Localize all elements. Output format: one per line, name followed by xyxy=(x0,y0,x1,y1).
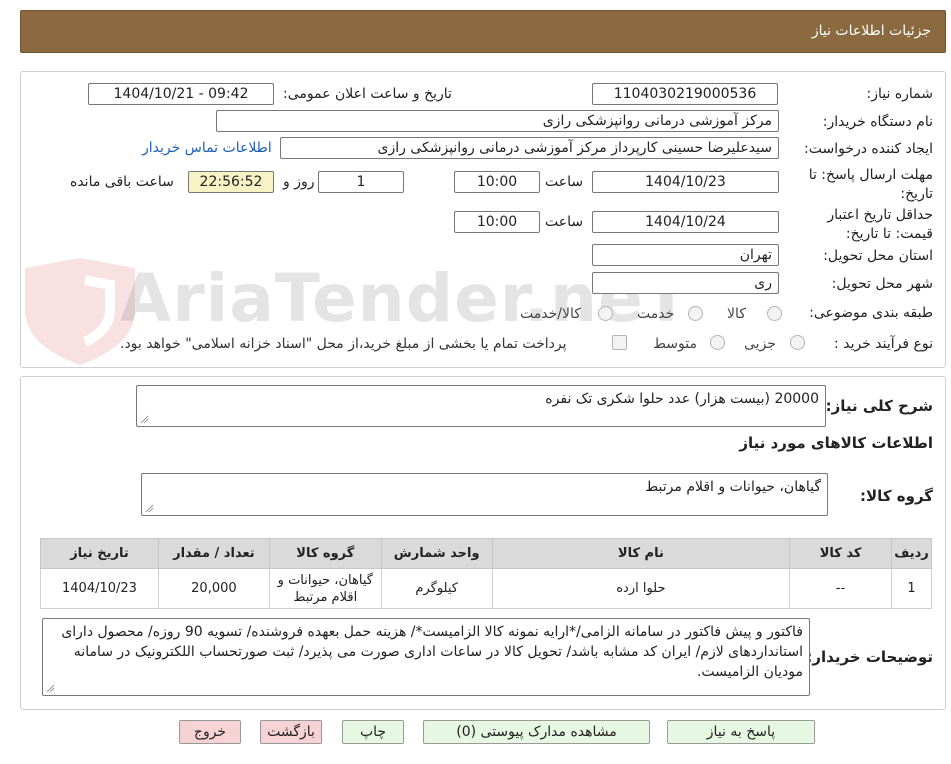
process-minor-radio[interactable] xyxy=(790,335,805,350)
buyer-contact-link[interactable]: اطلاعات تماس خریدار xyxy=(142,140,272,156)
price-validity-time: 10:00 xyxy=(454,211,540,233)
category-goods-radio[interactable] xyxy=(767,306,782,321)
delivery-province-label: استان محل تحویل: xyxy=(823,248,933,264)
remaining-days-field: 1 xyxy=(318,171,404,193)
delivery-province-field: تهران xyxy=(592,244,779,266)
reply-deadline-time-label: ساعت xyxy=(545,174,584,190)
goods-group-label: گروه کالا: xyxy=(860,487,933,505)
col-header-goods-group: گروه کالا xyxy=(268,538,382,569)
buyer-org-field: مرکز آموزشی درمانی روانپزشکی رازی xyxy=(216,110,779,132)
category-goods-service-label: کالا/خدمت xyxy=(520,306,581,322)
buyer-notes-textarea[interactable]: فاکتور و پیش فاکتور در سامانه الزامی/*ار… xyxy=(42,618,810,696)
need-number-label: شماره نیاز: xyxy=(866,86,934,102)
days-label: روز و xyxy=(283,174,315,190)
cell-item-code: -- xyxy=(789,568,893,609)
delivery-city-field: ری xyxy=(592,272,779,294)
col-header-item-name: نام کالا xyxy=(491,538,791,569)
col-header-need-date: تاریخ نیاز xyxy=(40,538,159,569)
back-button[interactable]: بازگشت xyxy=(260,720,322,744)
reply-deadline-date: 1404/10/23 xyxy=(592,171,779,193)
table-header-row: ردیف کد کالا نام کالا واحد شمارش گروه کا… xyxy=(40,538,932,569)
cell-unit: کیلوگرم xyxy=(380,568,493,609)
resize-grip-icon[interactable] xyxy=(145,504,154,513)
announce-datetime-label: تاریخ و ساعت اعلان عمومی: xyxy=(283,86,452,102)
category-label: طبقه بندی موضوعی: xyxy=(809,305,933,321)
remaining-time-field: 22:56:52 xyxy=(188,171,274,193)
cell-item-name: حلوا ارده xyxy=(491,568,791,609)
reply-to-need-button[interactable]: پاسخ به نیاز xyxy=(667,720,815,744)
view-attachments-button[interactable]: مشاهده مدارک پیوستی (0) xyxy=(423,720,650,744)
cell-quantity: 20,000 xyxy=(157,568,270,609)
page-header: جزئیات اطلاعات نیاز xyxy=(20,10,946,53)
remaining-time-label: ساعت باقی مانده xyxy=(70,174,174,190)
price-validity-time-label: ساعت xyxy=(545,214,584,230)
need-number-field: 1104030219000536 xyxy=(592,83,778,105)
col-header-unit: واحد شمارش xyxy=(380,538,493,569)
cell-need-date: 1404/10/23 xyxy=(40,568,159,609)
items-heading: اطلاعات کالاهای مورد نیاز xyxy=(739,434,933,452)
table-row: 1 -- حلوا ارده کیلوگرم گیاهان، حیوانات و… xyxy=(40,568,932,609)
cell-goods-group: گیاهان، حیوانات و اقلام مرتبط xyxy=(268,568,382,609)
requester-label: ایجاد کننده درخواست: xyxy=(804,141,933,157)
announce-datetime-field: 1404/10/21 - 09:42 xyxy=(88,83,274,105)
process-medium-label: متوسط xyxy=(653,336,697,352)
exit-button[interactable]: خروج xyxy=(179,720,241,744)
goods-group-text: گیاهان، حیوانات و اقلام مرتبط xyxy=(645,479,821,495)
need-summary-label: شرح کلی نیاز: xyxy=(825,397,933,415)
treasury-bonds-checkbox[interactable] xyxy=(612,335,627,350)
need-summary-text: 20000 (بیست هزار) عدد حلوا شکری تک نفره xyxy=(545,391,819,407)
col-header-row-number: ردیف xyxy=(891,538,932,569)
print-button[interactable]: چاپ xyxy=(342,720,404,744)
resize-grip-icon[interactable] xyxy=(140,415,149,424)
process-medium-radio[interactable] xyxy=(710,335,725,350)
need-summary-textarea[interactable]: 20000 (بیست هزار) عدد حلوا شکری تک نفره xyxy=(136,385,826,427)
category-goods-service-radio[interactable] xyxy=(598,306,613,321)
requester-field: سیدعلیرضا حسینی کارپرداز مرکز آموزشی درم… xyxy=(280,137,779,159)
treasury-bonds-note: پرداخت تمام یا بخشی از مبلغ خرید،از محل … xyxy=(120,336,567,352)
reply-deadline-time: 10:00 xyxy=(454,171,540,193)
buyer-org-label: نام دستگاه خریدار: xyxy=(822,114,933,130)
delivery-city-label: شهر محل تحویل: xyxy=(831,276,933,292)
process-minor-label: جزیی xyxy=(744,336,776,352)
category-service-radio[interactable] xyxy=(688,306,703,321)
buyer-notes-text: فاکتور و پیش فاکتور در سامانه الزامی/*ار… xyxy=(61,624,803,680)
price-validity-date: 1404/10/24 xyxy=(592,211,779,233)
price-validity-label: حداقل تاریخ اعتبار قیمت: تا تاریخ: xyxy=(827,207,933,242)
items-table: ردیف کد کالا نام کالا واحد شمارش گروه کا… xyxy=(40,538,932,609)
reply-deadline-label: مهلت ارسال پاسخ: تا تاریخ: xyxy=(808,167,933,202)
col-header-item-code: کد کالا xyxy=(789,538,893,569)
category-goods-label: کالا xyxy=(727,306,746,322)
page-title: جزئیات اطلاعات نیاز xyxy=(811,23,931,39)
col-header-quantity: تعداد / مقدار xyxy=(157,538,270,569)
category-service-label: خدمت xyxy=(637,306,675,322)
cell-row-number: 1 xyxy=(891,568,932,609)
resize-grip-icon[interactable] xyxy=(46,684,55,693)
buyer-notes-label: توضیحات خریدار: xyxy=(806,648,933,666)
purchase-process-label: نوع فرآیند خرید : xyxy=(834,336,933,352)
goods-group-textarea[interactable]: گیاهان، حیوانات و اقلام مرتبط xyxy=(141,473,828,516)
